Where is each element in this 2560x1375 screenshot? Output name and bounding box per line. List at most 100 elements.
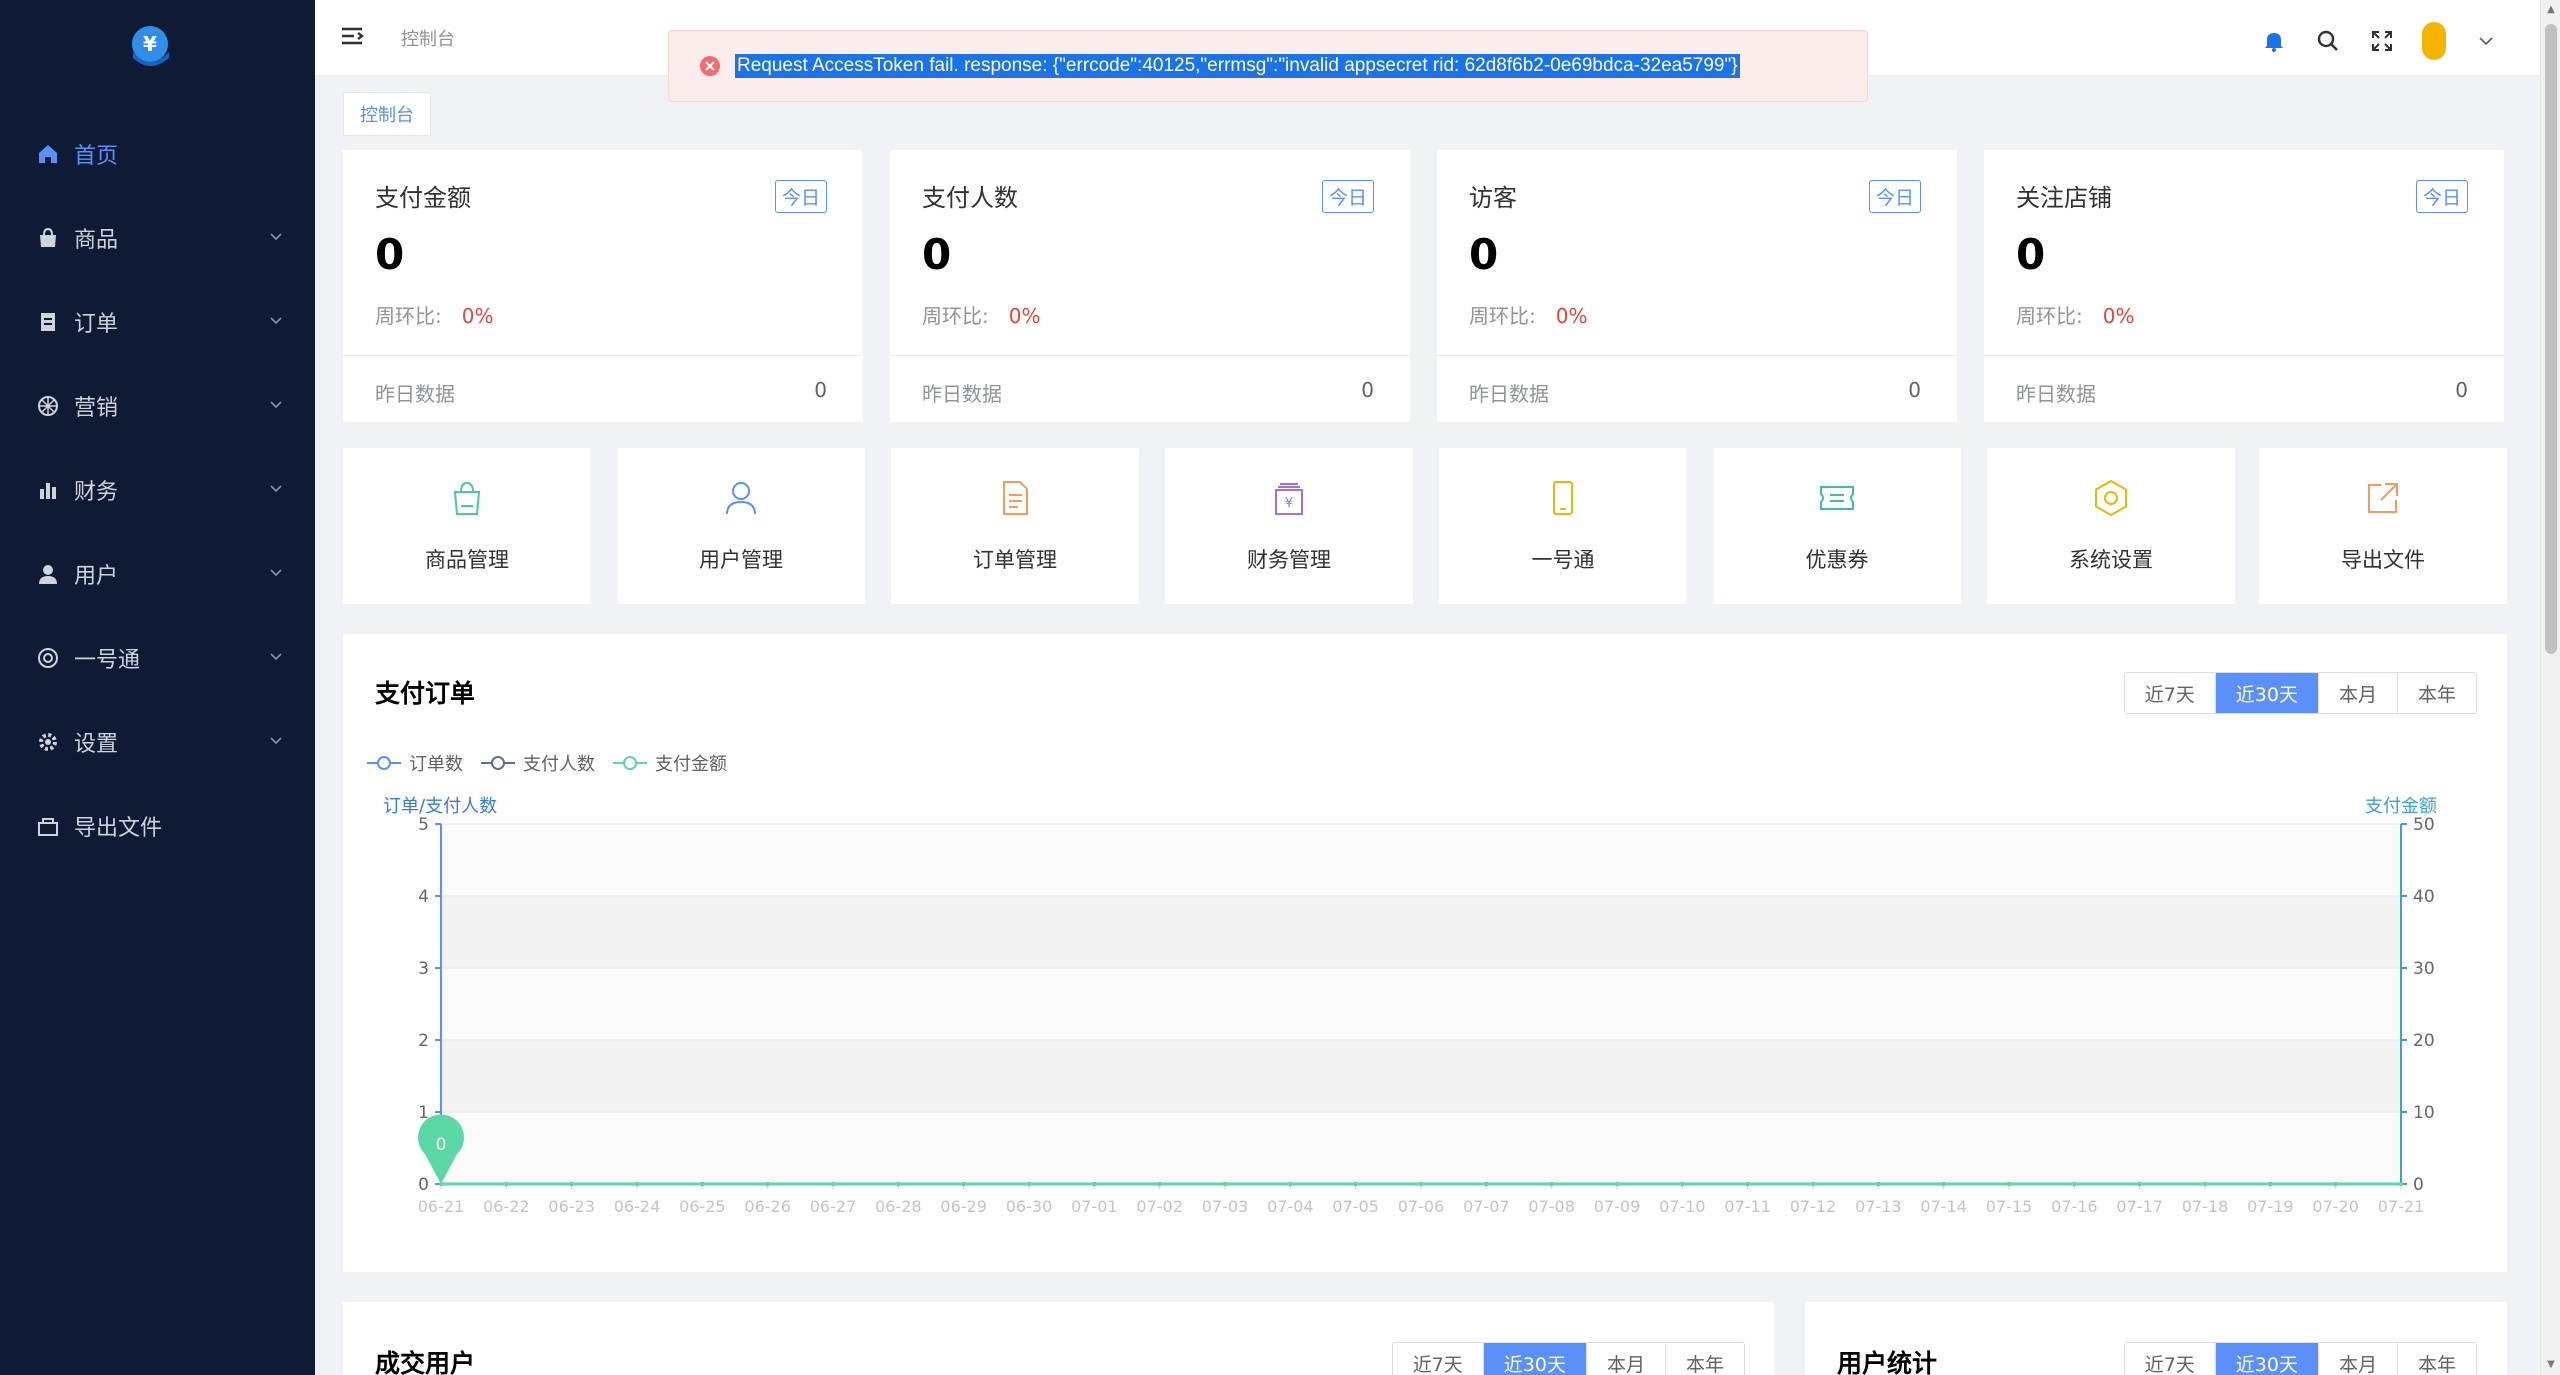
stat-card-payment-amount: 支付金额 今日 0 周环比: 0% 昨日数据 0 (343, 150, 863, 422)
range-this-month[interactable]: 本月 (1585, 1343, 1665, 1375)
quick-yihaotong[interactable]: 一号通 (1439, 448, 1687, 604)
range-selector: 近7天 近30天 本月 本年 (1391, 1342, 1745, 1375)
quick-order-management[interactable]: 订单管理 (891, 448, 1139, 604)
x-tick-label: 07-18 (2182, 1197, 2229, 1216)
page-scrollbar[interactable]: ▲ ▼ (2540, 0, 2560, 1375)
series-point (765, 1182, 770, 1186)
range-30days[interactable]: 近30天 (2214, 673, 2318, 713)
right-tick-label: 30 (2413, 959, 2435, 979)
error-icon (699, 55, 721, 77)
x-tick-label: 07-11 (1724, 1197, 1771, 1216)
person-icon (721, 478, 761, 518)
x-tick-label: 07-10 (1659, 1197, 1706, 1216)
ticket-icon (1817, 478, 1857, 518)
stat-ratio: 周环比: 0% (375, 300, 493, 329)
legend-label: 支付金额 (655, 754, 727, 775)
series-point (1092, 1182, 1097, 1186)
range-this-month[interactable]: 本月 (2317, 673, 2397, 713)
sidebar-item-orders[interactable]: 订单 (0, 280, 315, 364)
x-tick-label: 07-02 (1136, 1197, 1183, 1216)
x-tick-label: 06-30 (1006, 1197, 1053, 1216)
quick-system-settings[interactable]: 系统设置 (1987, 448, 2235, 604)
chart-legend: 订单数 支付人数 支付金额 (367, 750, 727, 776)
series-point (1353, 1182, 1358, 1186)
tag-dashboard[interactable]: 控制台 (343, 92, 431, 136)
legend-marker-icon (613, 756, 647, 770)
series-point (635, 1182, 639, 1186)
stat-footer: 昨日数据 0 (890, 355, 1410, 422)
breadcrumb[interactable]: 控制台 (401, 25, 455, 51)
sidebar-item-home[interactable]: 首页 (0, 112, 315, 196)
x-tick-label: 07-04 (1267, 1197, 1314, 1216)
x-tick-label: 07-21 (2378, 1197, 2425, 1216)
panel-title: 用户统计 (1837, 1349, 1938, 1375)
fullscreen-icon[interactable] (2368, 27, 2396, 55)
gear-icon (36, 730, 60, 754)
menu-toggle-icon[interactable] (340, 24, 366, 50)
x-tick-label: 06-22 (483, 1197, 530, 1216)
range-this-year[interactable]: 本年 (1664, 1343, 1744, 1375)
range-this-year[interactable]: 本年 (2396, 673, 2476, 713)
sidebar-item-label: 设置 (74, 732, 119, 757)
left-tick-label: 4 (418, 887, 429, 907)
range-this-month[interactable]: 本月 (2317, 1343, 2397, 1375)
avatar[interactable] (2422, 22, 2446, 60)
x-tick-label: 07-13 (1855, 1197, 1902, 1216)
scroll-thumb[interactable] (2545, 24, 2557, 654)
search-icon[interactable] (2314, 27, 2342, 55)
yesterday-label: 昨日数据 (2016, 382, 2096, 406)
period-badge: 今日 (2415, 180, 2468, 213)
yesterday-value: 0 (1908, 378, 1921, 402)
range-7days[interactable]: 近7天 (2124, 673, 2215, 713)
range-selector: 近7天 近30天 本月 本年 (2123, 1342, 2477, 1375)
x-tick-label: 07-09 (1594, 1197, 1641, 1216)
x-tick-label: 06-23 (548, 1197, 595, 1216)
sidebar-item-settings[interactable]: 设置 (0, 700, 315, 784)
stat-ratio: 周环比: 0% (2016, 300, 2134, 329)
x-tick-label: 07-08 (1528, 1197, 1575, 1216)
stat-footer: 昨日数据 0 (1984, 355, 2504, 422)
range-this-year[interactable]: 本年 (2396, 1343, 2476, 1375)
series-point (1680, 1182, 1685, 1186)
error-toast: Request AccessToken fail. response: {"er… (668, 30, 1868, 102)
x-tick-label: 06-25 (679, 1197, 726, 1216)
range-7days[interactable]: 近7天 (2124, 1343, 2215, 1375)
legend-item-payers[interactable]: 支付人数 (481, 750, 595, 776)
sidebar-item-label: 营销 (74, 396, 119, 421)
series-point (1615, 1182, 1619, 1186)
ratio-value: 0% (2102, 304, 2135, 328)
right-tick-label: 20 (2413, 1031, 2435, 1051)
sidebar-item-goods[interactable]: 商品 (0, 196, 315, 280)
order-icon (36, 310, 60, 334)
series-point (2333, 1182, 2338, 1186)
chevron-down-icon (270, 737, 282, 745)
sidebar-item-yihaotong[interactable]: 一号通 (0, 616, 315, 700)
series-point (700, 1182, 705, 1186)
scroll-up-icon[interactable]: ▲ (2545, 4, 2557, 16)
quick-user-management[interactable]: 用户管理 (617, 448, 865, 604)
legend-item-orders[interactable]: 订单数 (367, 750, 463, 776)
svg-text:¥: ¥ (1285, 496, 1293, 511)
right-tick-label: 50 (2413, 815, 2435, 835)
grid-band (441, 1112, 2401, 1184)
quick-finance-management[interactable]: ¥ 财务管理 (1165, 448, 1413, 604)
quick-export-files[interactable]: 导出文件 (2259, 448, 2507, 604)
legend-item-amount[interactable]: 支付金额 (613, 750, 727, 776)
sidebar-item-users[interactable]: 用户 (0, 532, 315, 616)
right-axis-title: 支付金额 (2365, 796, 2437, 817)
series-point (504, 1182, 509, 1186)
sidebar-item-export[interactable]: 导出文件 (0, 784, 315, 868)
range-7days[interactable]: 近7天 (1392, 1343, 1483, 1375)
bell-icon[interactable] (2260, 27, 2288, 55)
sidebar-item-finance[interactable]: 财务 (0, 448, 315, 532)
quick-goods-management[interactable]: 商品管理 (343, 448, 591, 604)
range-30days[interactable]: 近30天 (2214, 1343, 2318, 1375)
range-30days[interactable]: 近30天 (1482, 1343, 1586, 1375)
chevron-down-icon[interactable] (2472, 27, 2500, 55)
user-stats-panel: 用户统计 近7天 近30天 本月 本年 (1805, 1302, 2507, 1375)
sidebar-item-marketing[interactable]: 营销 (0, 364, 315, 448)
left-axis-title: 订单/支付人数 (383, 796, 497, 817)
scroll-down-icon[interactable]: ▼ (2545, 1359, 2557, 1371)
quick-coupon[interactable]: 优惠券 (1713, 448, 1961, 604)
stat-value: 0 (375, 230, 405, 279)
